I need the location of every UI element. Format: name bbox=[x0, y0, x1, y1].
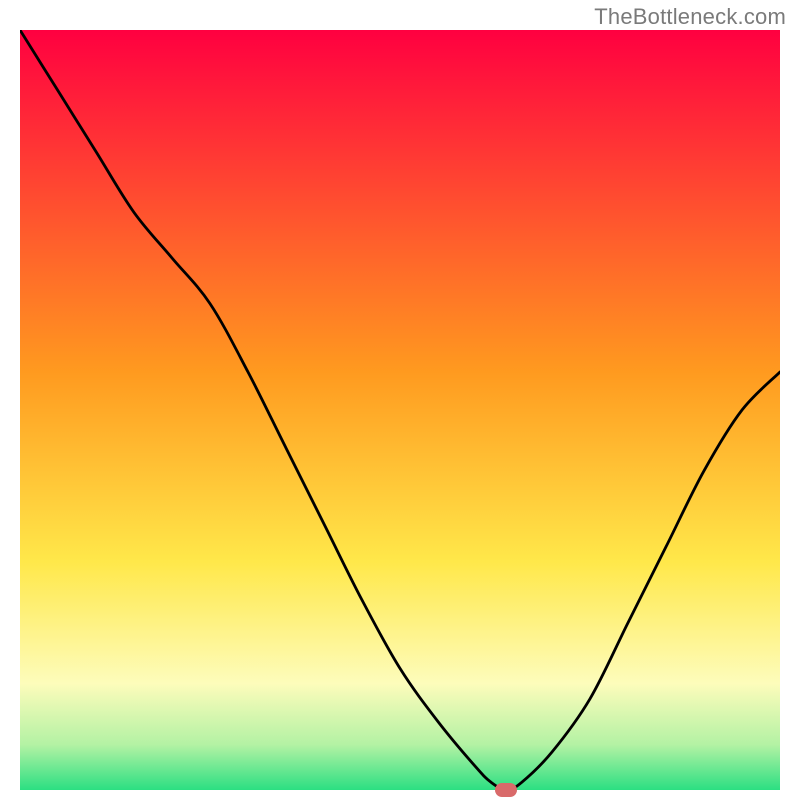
plot-area bbox=[20, 30, 780, 790]
bottleneck-curve bbox=[20, 30, 780, 790]
gradient-background bbox=[20, 30, 780, 790]
chart-container: TheBottleneck.com bbox=[0, 0, 800, 800]
optimal-point-marker bbox=[495, 783, 517, 797]
watermark-text: TheBottleneck.com bbox=[594, 4, 786, 30]
